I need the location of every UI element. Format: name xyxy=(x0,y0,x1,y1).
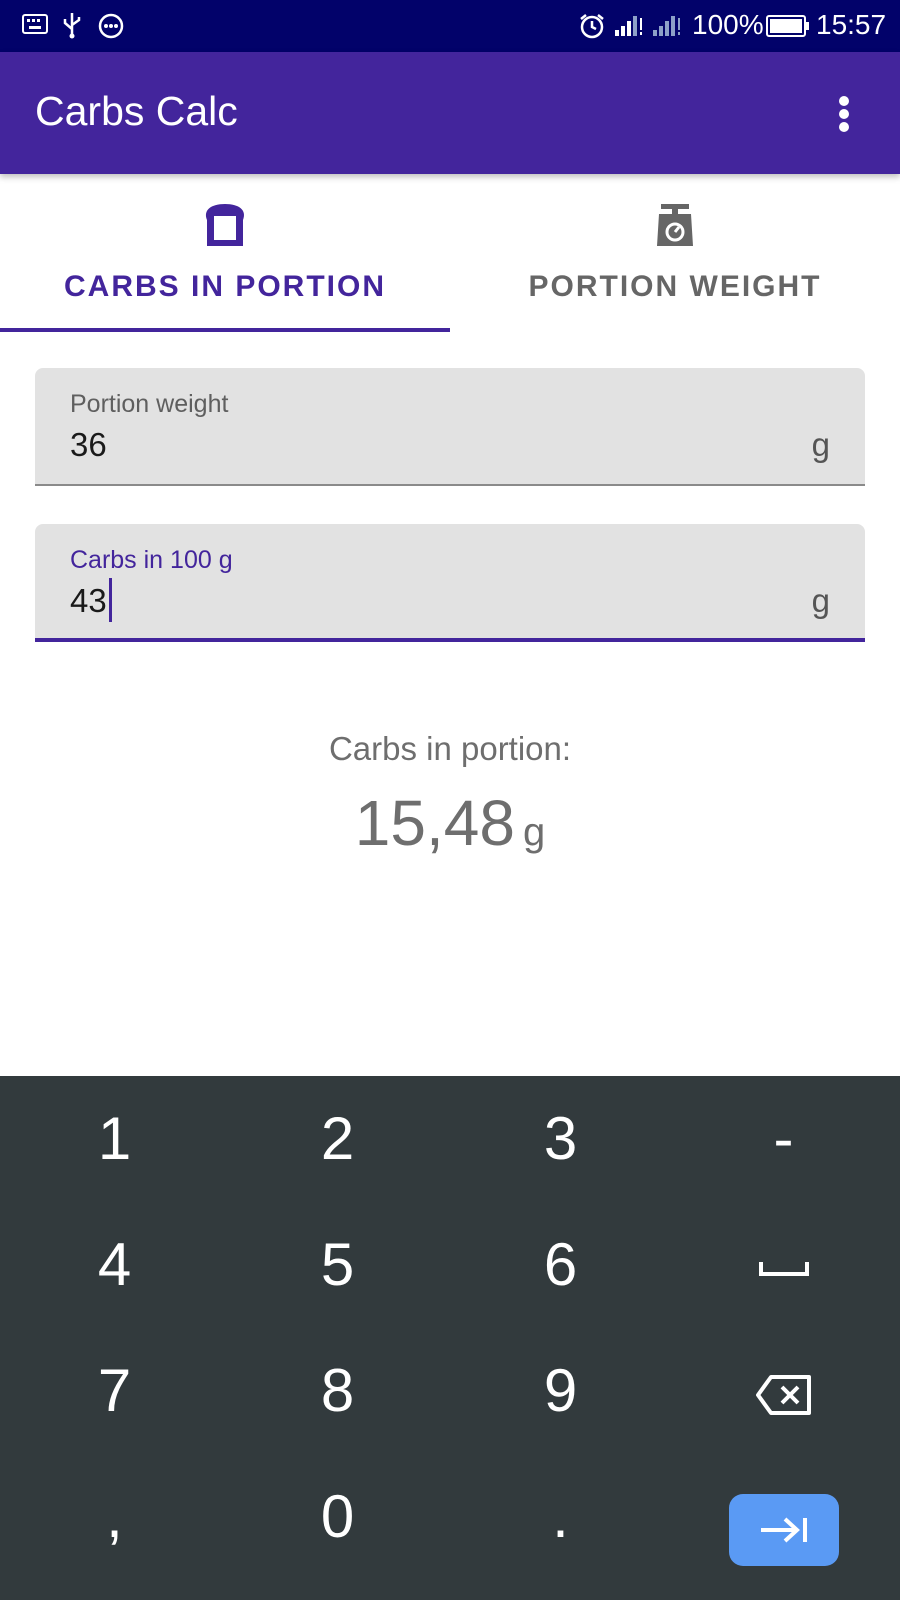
backspace-icon xyxy=(755,1357,813,1424)
field-unit: g xyxy=(811,426,830,463)
tab-indicator xyxy=(0,328,450,332)
key-4[interactable]: 4 xyxy=(2,1202,227,1327)
keyboard-icon xyxy=(22,14,48,38)
tab-carbs-in-portion[interactable]: CARBS IN PORTION xyxy=(0,174,450,334)
field-underline xyxy=(35,638,865,642)
field-unit: g xyxy=(811,582,830,619)
battery-percent: 100% xyxy=(692,9,764,40)
battery-icon xyxy=(766,15,810,41)
text-cursor xyxy=(108,578,112,623)
status-time: 15:57 xyxy=(816,9,887,40)
key-6[interactable]: 6 xyxy=(448,1202,673,1327)
status-bar: 100% 15:57 xyxy=(0,0,900,52)
numeric-keyboard: 1 2 3 - 4 5 6 7 8 9 , 0 . xyxy=(0,1076,900,1600)
usb-icon xyxy=(62,11,82,43)
signal-icon xyxy=(652,14,682,42)
tab-enter-button[interactable] xyxy=(729,1494,839,1566)
tab-portion-weight[interactable]: PORTION WEIGHT xyxy=(450,174,900,334)
key-5[interactable]: 5 xyxy=(225,1202,450,1327)
field-label: Carbs in 100 g xyxy=(70,546,233,574)
app-title: Carbs Calc xyxy=(35,88,238,134)
result-unit: g xyxy=(522,810,546,854)
input-text: 43 xyxy=(70,582,107,619)
key-0[interactable]: 0 xyxy=(225,1454,450,1579)
key-7[interactable]: 7 xyxy=(2,1328,227,1453)
field-underline xyxy=(35,484,865,486)
space-icon xyxy=(758,1231,810,1298)
portion-weight-field[interactable]: Portion weight 36 g xyxy=(35,368,865,486)
scale-icon xyxy=(649,200,701,252)
portion-weight-input[interactable]: 36 xyxy=(70,426,107,464)
result-number: 15,48 xyxy=(354,787,515,859)
tab-label: CARBS IN PORTION xyxy=(63,270,386,303)
key-period[interactable]: . xyxy=(448,1454,673,1579)
more-circle-icon xyxy=(98,13,124,43)
bread-icon xyxy=(199,200,251,252)
more-vert-icon[interactable] xyxy=(830,92,860,136)
key-backspace[interactable] xyxy=(671,1328,896,1453)
key-minus[interactable]: - xyxy=(671,1076,896,1201)
key-3[interactable]: 3 xyxy=(448,1076,673,1201)
tab-bar: CARBS IN PORTION PORTION WEIGHT xyxy=(0,174,900,334)
key-comma[interactable]: , xyxy=(2,1454,227,1579)
key-1[interactable]: 1 xyxy=(2,1076,227,1201)
app-bar: Carbs Calc xyxy=(0,52,900,174)
key-space[interactable] xyxy=(671,1202,896,1327)
tab-label: PORTION WEIGHT xyxy=(528,270,822,303)
key-9[interactable]: 9 xyxy=(448,1328,673,1453)
key-8[interactable]: 8 xyxy=(225,1328,450,1453)
signal-icon xyxy=(614,14,644,42)
tab-enter-icon xyxy=(759,1516,809,1548)
carbs-in-100g-input[interactable]: 43 xyxy=(70,578,112,623)
field-label: Portion weight xyxy=(70,390,229,418)
result-label: Carbs in portion: xyxy=(328,730,572,767)
alarm-icon xyxy=(578,12,606,44)
result-value: 15,48 g xyxy=(0,786,900,860)
key-2[interactable]: 2 xyxy=(225,1076,450,1201)
carbs-in-100g-field[interactable]: Carbs in 100 g 43 g xyxy=(35,524,865,642)
